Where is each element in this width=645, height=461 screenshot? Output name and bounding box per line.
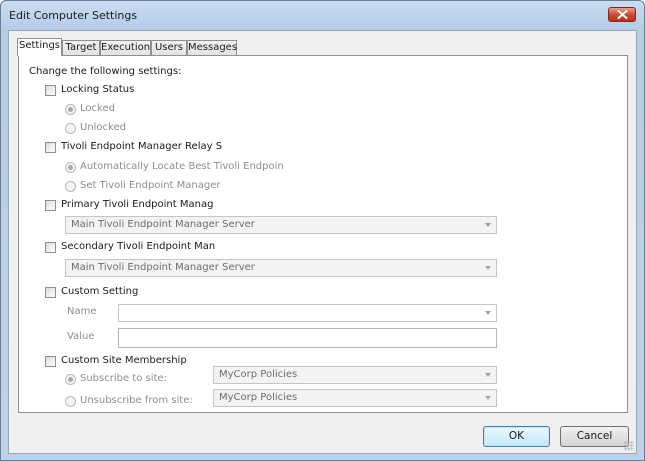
relay-setting-label: Tivoli Endpoint Manager Relay S	[61, 141, 223, 152]
custom-name-label: Name	[67, 306, 97, 317]
tab-settings[interactable]: Settings	[17, 38, 62, 56]
primary-server-value: Main Tivoli Endpoint Manager Server	[71, 219, 255, 230]
locked-radio[interactable]	[65, 104, 76, 115]
locking-status-label: Locking Status	[61, 84, 135, 95]
locked-label: Locked	[80, 103, 115, 114]
set-relay-label: Set Tivoli Endpoint Manager	[80, 180, 221, 191]
relay-setting-checkbox[interactable]	[45, 142, 56, 153]
chevron-down-icon	[485, 266, 491, 270]
set-relay-radio[interactable]	[65, 181, 76, 192]
auto-locate-relay-label: Automatically Locate Best Tivoli Endpoin	[80, 161, 284, 172]
chevron-down-icon	[485, 223, 491, 227]
auto-locate-relay-radio[interactable]	[65, 162, 76, 173]
chevron-down-icon	[485, 311, 491, 315]
custom-value-label: Value	[67, 331, 95, 342]
custom-setting-label: Custom Setting	[61, 286, 139, 297]
site-membership-label: Custom Site Membership	[61, 355, 187, 366]
edit-computer-settings-dialog: Edit Computer Settings Settings Target E…	[0, 0, 645, 461]
chevron-down-icon	[485, 396, 491, 400]
locking-status-checkbox[interactable]	[45, 85, 56, 96]
secondary-server-label: Secondary Tivoli Endpoint Man	[61, 241, 216, 252]
secondary-server-value: Main Tivoli Endpoint Manager Server	[71, 262, 255, 273]
resize-grip-icon[interactable]	[624, 441, 634, 451]
secondary-server-checkbox[interactable]	[45, 242, 56, 253]
unsubscribe-site-label: Unsubscribe from site:	[80, 395, 193, 406]
custom-value-input[interactable]	[118, 328, 497, 348]
dialog-client-area: Settings Target Execution Users Messages…	[8, 30, 637, 454]
unsubscribe-site-radio[interactable]	[65, 396, 76, 407]
primary-server-select[interactable]: Main Tivoli Endpoint Manager Server	[65, 216, 497, 234]
custom-setting-checkbox[interactable]	[45, 287, 56, 298]
tab-users[interactable]: Users	[151, 40, 187, 55]
unsubscribe-site-value: MyCorp Policies	[219, 392, 298, 403]
tab-messages[interactable]: Messages	[187, 40, 237, 55]
secondary-server-select[interactable]: Main Tivoli Endpoint Manager Server	[65, 259, 497, 277]
settings-panel: Change the following settings: Locking S…	[18, 55, 628, 413]
subscribe-site-label: Subscribe to site:	[80, 373, 167, 384]
subscribe-site-value: MyCorp Policies	[219, 369, 298, 380]
subscribe-site-radio[interactable]	[65, 374, 76, 385]
ok-button[interactable]: OK	[483, 426, 550, 447]
title-bar[interactable]: Edit Computer Settings	[1, 1, 644, 29]
close-button[interactable]	[608, 7, 636, 22]
cancel-button[interactable]: Cancel	[560, 426, 629, 447]
custom-name-combobox[interactable]	[118, 304, 497, 322]
unsubscribe-site-select[interactable]: MyCorp Policies	[213, 389, 497, 407]
site-membership-checkbox[interactable]	[45, 356, 56, 367]
close-icon	[617, 10, 628, 19]
tab-execution[interactable]: Execution	[100, 40, 151, 55]
primary-server-checkbox[interactable]	[45, 200, 56, 211]
window-title: Edit Computer Settings	[9, 9, 138, 22]
settings-intro: Change the following settings:	[29, 66, 182, 77]
unlocked-label: Unlocked	[80, 122, 126, 133]
subscribe-site-select[interactable]: MyCorp Policies	[213, 366, 497, 384]
unlocked-radio[interactable]	[65, 123, 76, 134]
primary-server-label: Primary Tivoli Endpoint Manag	[61, 199, 214, 210]
tab-target[interactable]: Target	[62, 40, 100, 55]
chevron-down-icon	[485, 373, 491, 377]
